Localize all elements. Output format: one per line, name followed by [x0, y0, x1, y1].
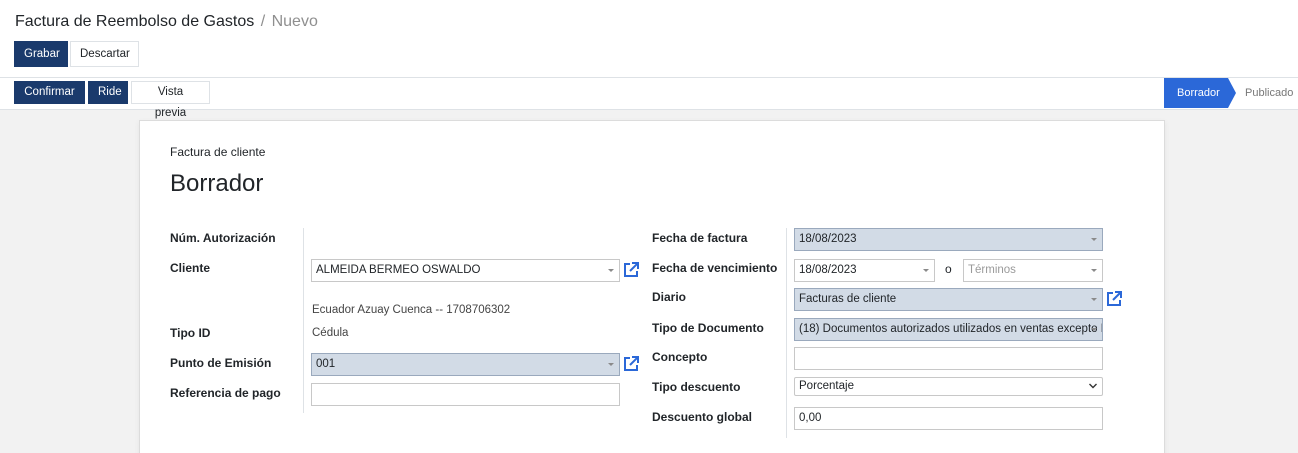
- tipo-documento-value: (18) Documentos autorizados utilizados e…: [799, 323, 1102, 335]
- tipo-descuento-label: Tipo descuento: [652, 380, 741, 394]
- fecha-vencimiento-label: Fecha de vencimiento: [652, 261, 778, 275]
- tipo-documento-label: Tipo de Documento: [652, 321, 764, 335]
- cliente-address: Ecuador Azuay Cuenca -- 1708706302: [312, 304, 511, 316]
- chevron-down-icon: [1091, 269, 1097, 272]
- fecha-vencimiento-field[interactable]: 18/08/2023: [794, 259, 935, 282]
- diario-label: Diario: [652, 290, 687, 304]
- punto-emision-field[interactable]: 001: [311, 353, 620, 376]
- fecha-vencimiento-value: 18/08/2023: [799, 264, 857, 276]
- chevron-down-icon: [608, 363, 614, 366]
- chevron-down-icon: [1091, 298, 1097, 301]
- fecha-factura-value: 18/08/2023: [799, 233, 857, 245]
- right-group-divider: [786, 228, 787, 438]
- discard-button[interactable]: Descartar: [70, 41, 139, 67]
- num-autorizacion-label: Núm. Autorización: [170, 231, 276, 245]
- external-link-icon[interactable]: [622, 355, 640, 373]
- descuento-global-field[interactable]: 0,00: [794, 407, 1103, 430]
- tipo-descuento-value: Porcentaje: [799, 380, 854, 392]
- cliente-label: Cliente: [170, 261, 211, 275]
- breadcrumb: Factura de Reembolso de Gastos / Nuevo: [15, 12, 318, 32]
- form-sheet: [139, 120, 1165, 453]
- tipo-descuento-select[interactable]: Porcentaje: [794, 377, 1103, 396]
- external-link-icon[interactable]: [622, 261, 640, 279]
- breadcrumb-separator: /: [260, 13, 266, 30]
- chevron-down-icon: [923, 269, 929, 272]
- external-link-icon[interactable]: [1105, 290, 1123, 308]
- invoice-state-title: Borrador: [170, 170, 264, 197]
- terminos-placeholder: Términos: [968, 264, 1016, 276]
- fecha-factura-label: Fecha de factura: [652, 231, 748, 245]
- referencia-pago-label: Referencia de pago: [170, 386, 281, 400]
- save-button[interactable]: Grabar: [14, 41, 68, 67]
- descuento-global-label: Descuento global: [652, 410, 753, 424]
- referencia-pago-field[interactable]: [311, 383, 620, 406]
- preview-button[interactable]: Vista previa: [131, 81, 210, 119]
- or-separator: o: [945, 262, 952, 276]
- punto-emision-label: Punto de Emisión: [170, 356, 272, 370]
- ride-button[interactable]: Ride: [88, 81, 128, 104]
- terminos-field[interactable]: Términos: [963, 259, 1103, 282]
- chevron-down-icon: [608, 269, 614, 272]
- chevron-down-icon: [1089, 383, 1097, 389]
- tipo-id-label: Tipo ID: [170, 326, 211, 340]
- status-bar: Confirmar Ride Vista previa Borrador Pub…: [0, 78, 1298, 119]
- control-panel: Factura de Reembolso de Gastos / Nuevo G…: [0, 0, 1298, 78]
- chevron-down-icon: [1091, 238, 1097, 241]
- stage-draft[interactable]: Borrador: [1164, 78, 1228, 108]
- stage-arrow: [1228, 78, 1236, 108]
- cliente-value: ALMEIDA BERMEO OSWALDO: [316, 264, 481, 276]
- breadcrumb-current: Nuevo: [271, 13, 318, 30]
- diario-value: Facturas de cliente: [799, 293, 897, 305]
- concepto-field[interactable]: [794, 347, 1103, 370]
- chevron-down-icon: [1091, 328, 1097, 331]
- confirm-button[interactable]: Confirmar: [14, 81, 85, 104]
- tipo-documento-field[interactable]: (18) Documentos autorizados utilizados e…: [794, 318, 1103, 341]
- diario-field[interactable]: Facturas de cliente: [794, 288, 1103, 311]
- cliente-field[interactable]: ALMEIDA BERMEO OSWALDO: [311, 259, 620, 282]
- concepto-label: Concepto: [652, 350, 708, 364]
- invoice-type-label: Factura de cliente: [170, 145, 266, 159]
- stage-posted[interactable]: Publicado: [1245, 78, 1293, 108]
- left-group-divider: [303, 228, 304, 413]
- punto-emision-value: 001: [316, 358, 336, 370]
- fecha-factura-field[interactable]: 18/08/2023: [794, 228, 1103, 251]
- breadcrumb-parent[interactable]: Factura de Reembolso de Gastos: [15, 13, 254, 30]
- tipo-id-value: Cédula: [312, 327, 349, 339]
